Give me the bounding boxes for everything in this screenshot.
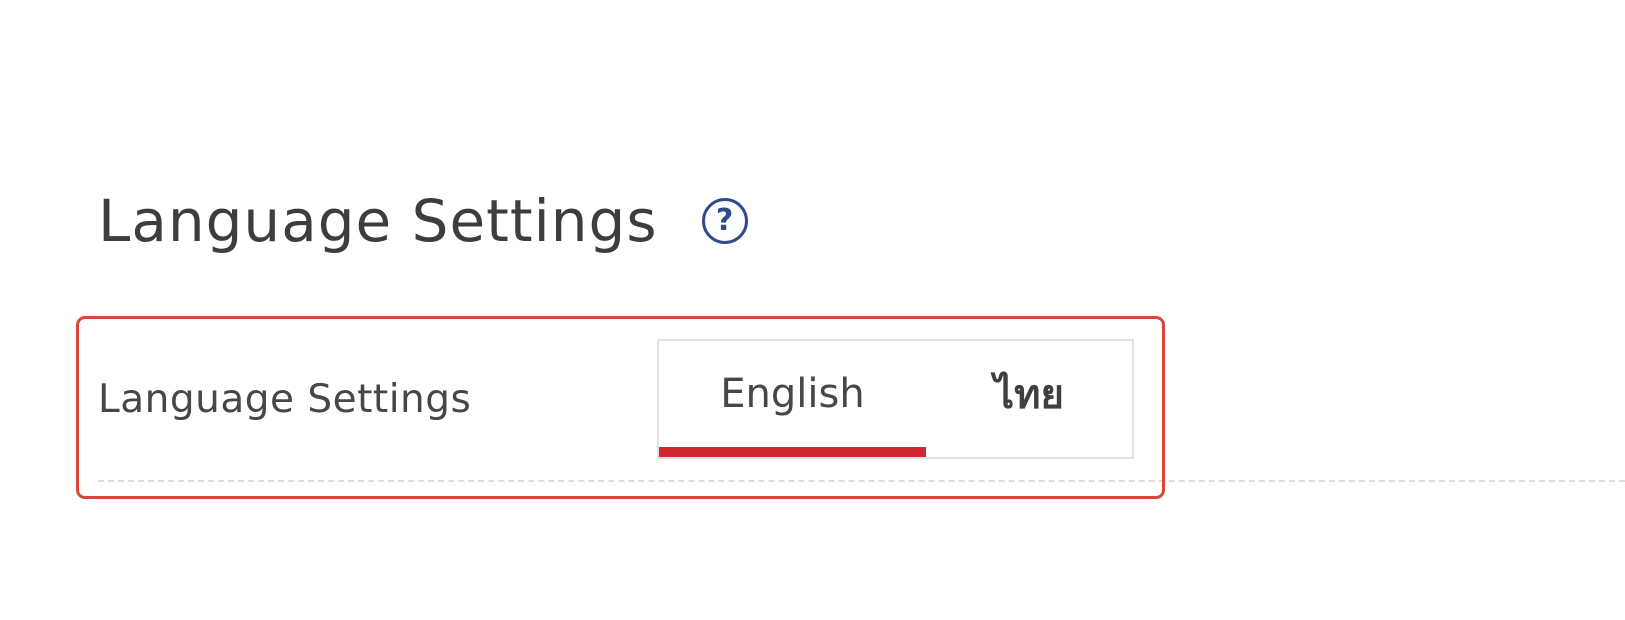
language-toggle: English ไทย xyxy=(657,339,1134,459)
language-option-english[interactable]: English xyxy=(659,341,926,457)
page-title: Language Settings xyxy=(98,187,658,255)
selected-underline xyxy=(659,447,926,457)
help-icon[interactable]: ? xyxy=(701,198,748,244)
language-option-thai-label: ไทย xyxy=(994,372,1064,418)
section-header: Language Settings ? xyxy=(98,186,748,256)
language-setting-label: Language Settings xyxy=(98,376,472,422)
language-option-thai[interactable]: ไทย xyxy=(926,341,1132,457)
language-option-english-label: English xyxy=(720,371,865,417)
